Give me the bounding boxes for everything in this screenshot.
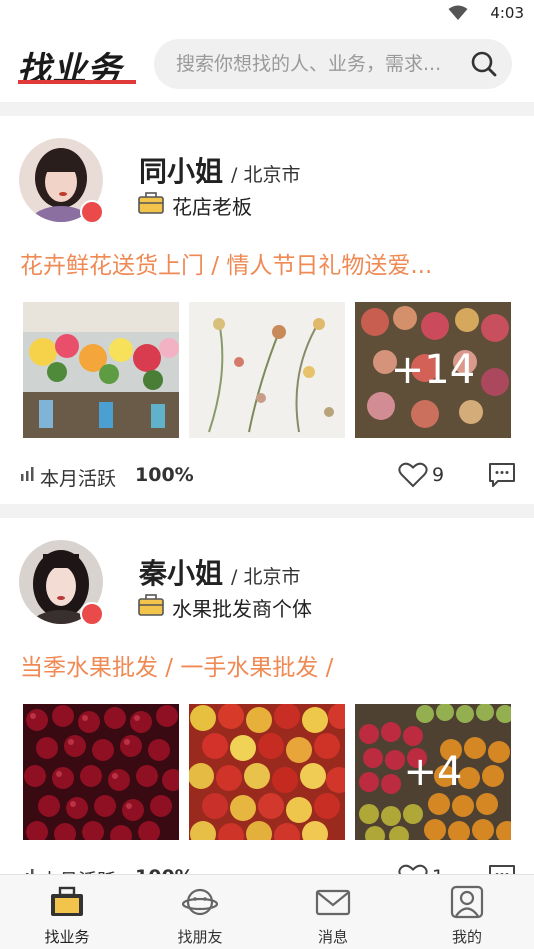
status-bar: 4:03 [0, 0, 534, 28]
photo-gallery: +14 [23, 302, 513, 438]
briefcase-icon [138, 594, 164, 616]
heart-icon[interactable] [398, 462, 428, 488]
user-city: / 北京市 [231, 566, 301, 588]
service-list[interactable]: 花卉鲜花送货上门 / 情人节日礼物送爱... [20, 246, 514, 280]
photo-thumbnail[interactable]: +4 [355, 704, 511, 840]
user-name[interactable]: 秦小姐 [139, 552, 223, 592]
more-photos-count[interactable]: +14 [355, 302, 511, 438]
section-divider [0, 504, 534, 518]
photo-thumbnail[interactable] [23, 704, 179, 840]
activity-value: 100% [135, 464, 194, 486]
nav-label: 找朋友 [177, 928, 223, 946]
activity-bars-icon [21, 467, 34, 481]
bottom-navigation: 找业务 找朋友 消息 我的 [0, 874, 534, 949]
user-icon [450, 885, 484, 919]
verified-badge-icon [80, 200, 104, 224]
post-card[interactable]: 同小姐 / 北京市 花店老板 花卉鲜花送货上门 / 情人节日礼物送爱... +1… [0, 116, 534, 504]
role-label: 水果批发商个体 [172, 597, 312, 621]
role-label: 花店老板 [172, 195, 252, 219]
envelope-icon [315, 889, 351, 916]
status-time: 4:03 [490, 4, 524, 22]
app-screen: 4:03 找业务 同小姐 / 北京市 [0, 0, 534, 949]
service-list[interactable]: 当季水果批发 / 一手水果批发 / [20, 648, 514, 682]
verified-badge-icon [80, 602, 104, 626]
nav-item-find-business[interactable]: 找业务 [0, 875, 134, 949]
nav-label: 找业务 [44, 928, 90, 946]
planet-icon [182, 888, 218, 916]
nav-label: 消息 [317, 928, 348, 946]
briefcase-icon [138, 192, 164, 214]
user-city: / 北京市 [231, 164, 301, 186]
wifi-icon [448, 5, 468, 20]
nav-item-profile[interactable]: 我的 [400, 875, 534, 949]
post-card[interactable]: 秦小姐 / 北京市 水果批发商个体 当季水果批发 / 一手水果批发 / +4 [0, 518, 534, 892]
search-icon[interactable] [470, 50, 498, 78]
photo-thumbnail[interactable] [189, 704, 345, 840]
logo-underline [18, 80, 136, 84]
photo-thumbnail[interactable]: +14 [355, 302, 511, 438]
more-photos-count[interactable]: +4 [355, 704, 511, 840]
header: 找业务 [0, 28, 534, 102]
photo-thumbnail[interactable] [23, 302, 179, 438]
like-count: 9 [432, 464, 445, 486]
nav-item-find-friends[interactable]: 找朋友 [133, 875, 267, 949]
photo-gallery: +4 [23, 704, 513, 840]
activity-label: 本月活跃 [40, 468, 117, 490]
briefcase-icon [51, 886, 83, 916]
nav-label: 我的 [451, 928, 482, 946]
user-name[interactable]: 同小姐 [139, 150, 223, 190]
section-divider [0, 102, 534, 116]
comment-icon[interactable] [488, 462, 516, 488]
post-stats: 本月活跃 100% 9 [18, 460, 518, 494]
search-input[interactable] [176, 39, 466, 89]
nav-item-messages[interactable]: 消息 [266, 875, 400, 949]
search-bar[interactable] [154, 39, 512, 89]
photo-thumbnail[interactable] [189, 302, 345, 438]
